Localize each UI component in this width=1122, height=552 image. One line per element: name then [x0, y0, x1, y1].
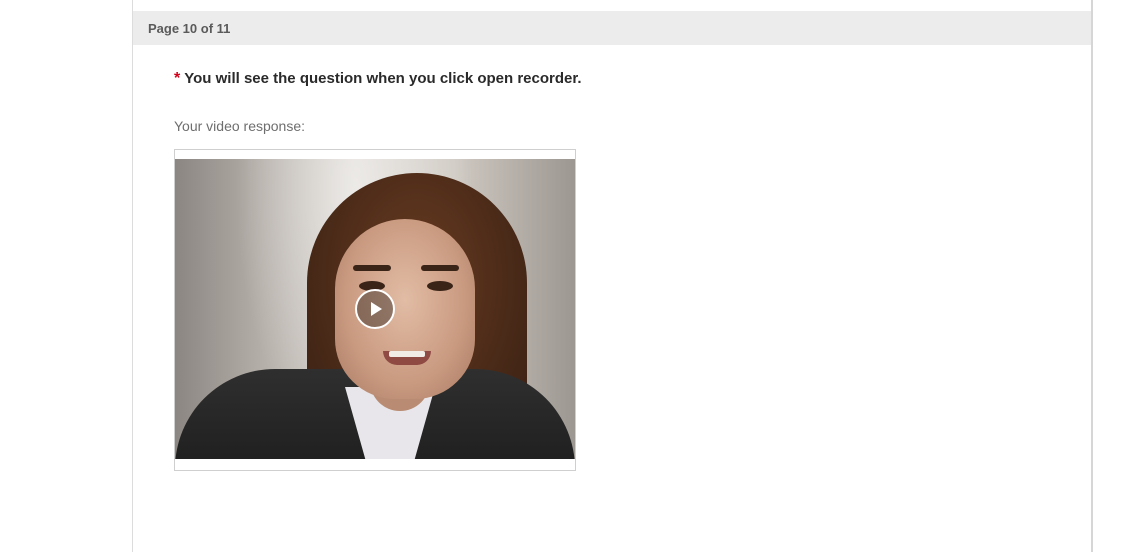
- page-header: Page 10 of 11: [133, 11, 1091, 45]
- question-prompt: * You will see the question when you clic…: [174, 70, 582, 88]
- person-teeth: [389, 351, 425, 357]
- previous-section-edge: [133, 0, 1091, 11]
- play-icon: [371, 302, 382, 316]
- video-thumbnail[interactable]: [175, 159, 575, 459]
- video-player[interactable]: [174, 149, 576, 471]
- person-right-eye: [427, 281, 453, 291]
- person-left-brow: [353, 265, 391, 271]
- play-button[interactable]: [355, 289, 395, 329]
- survey-page: Page 10 of 11 * You will see the question…: [132, 0, 1093, 552]
- question-text: You will see the question when you click…: [184, 70, 582, 87]
- person-right-brow: [421, 265, 459, 271]
- video-response-label: Your video response:: [174, 118, 306, 134]
- required-marker: *: [174, 70, 181, 87]
- page-indicator: Page 10 of 11: [148, 20, 231, 36]
